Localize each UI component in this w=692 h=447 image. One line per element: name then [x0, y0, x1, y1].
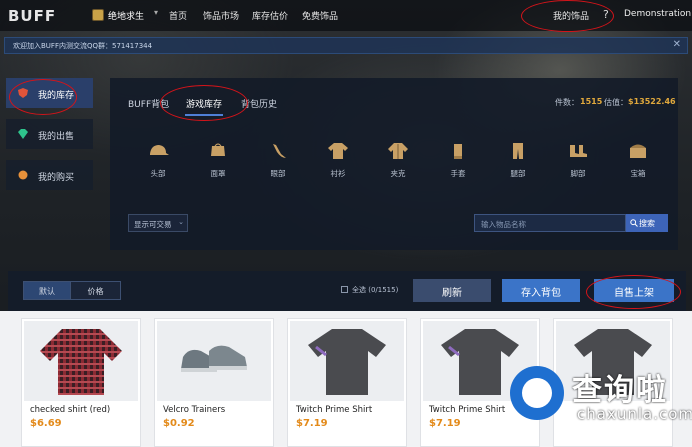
- item-price: $6.69: [30, 418, 62, 429]
- item-card[interactable]: Twitch Prime Shirt $7.19: [287, 318, 407, 447]
- category-feet[interactable]: 脚部: [558, 142, 598, 190]
- category-mask[interactable]: 面罩: [198, 142, 238, 190]
- sidebar-item-label: 我的出售: [38, 132, 75, 142]
- search-icon: [630, 219, 638, 227]
- refresh-button[interactable]: 刷新: [413, 279, 491, 302]
- search-button[interactable]: 搜索: [626, 214, 668, 232]
- sort-default[interactable]: 默认: [23, 281, 71, 300]
- item-price: $7.19: [429, 418, 461, 429]
- annotation-circle: [160, 85, 248, 121]
- item-name: Velcro Trainers: [163, 405, 226, 415]
- item-name: Twitch Prime Shirt: [296, 405, 373, 415]
- item-price: $0.92: [163, 418, 195, 429]
- annotation-circle: [9, 79, 77, 115]
- cap-icon: [150, 145, 169, 155]
- category-legs[interactable]: 腿部: [498, 142, 538, 190]
- item-image: [290, 321, 404, 401]
- item-name: checked shirt (red): [30, 405, 111, 415]
- nav-market[interactable]: 饰品市场: [203, 9, 239, 22]
- notice-text: 欢迎加入BUFF内测交流QQ群：571417344: [13, 42, 153, 50]
- annotation-circle: [521, 0, 614, 32]
- category-label: 眼部: [270, 169, 286, 178]
- watermark-url: chaxunla.com: [577, 405, 692, 423]
- buff-logo[interactable]: BUFF: [8, 7, 56, 25]
- eyewear-icon: [273, 144, 286, 158]
- game-selector[interactable]: 绝地求生: [108, 9, 144, 22]
- category-label: 夹克: [390, 169, 406, 178]
- category-label: 宝箱: [630, 169, 646, 178]
- gem-icon: [18, 129, 28, 139]
- annotation-circle: [586, 275, 681, 309]
- nav-free-items[interactable]: 免费饰品: [302, 9, 338, 22]
- nav-home[interactable]: 首页: [169, 9, 187, 22]
- category-label: 腿部: [510, 169, 526, 178]
- watermark-logo-inner: [522, 378, 552, 408]
- item-image: [157, 321, 271, 401]
- count-label: 件数：: [555, 98, 579, 107]
- inventory-value: $13522.46: [628, 97, 676, 106]
- deposit-button[interactable]: 存入背包: [502, 279, 580, 302]
- category-eyes[interactable]: 眼部: [258, 142, 298, 190]
- nav-valuation[interactable]: 库存估价: [252, 9, 288, 22]
- item-image: [24, 321, 138, 401]
- category-label: 脚部: [570, 169, 586, 178]
- sort-price[interactable]: 价格: [70, 281, 121, 300]
- search-placeholder: 输入物品名称: [481, 220, 526, 229]
- bag-icon: [18, 170, 28, 180]
- watermark-text: 查询啦: [572, 373, 668, 408]
- item-name: Twitch Prime Shirt: [429, 405, 506, 415]
- item-card[interactable]: checked shirt (red) $6.69: [21, 318, 141, 447]
- item-count: 1515: [580, 97, 603, 106]
- sort-label: 价格: [87, 287, 104, 296]
- select-all-checkbox[interactable]: [341, 286, 348, 293]
- chevron-down-icon: ⌄: [178, 218, 184, 226]
- search-button-label: 搜索: [639, 219, 655, 228]
- sidebar-item-selling[interactable]: 我的出售: [6, 119, 93, 149]
- sidebar-item-label: 我的购买: [38, 173, 75, 183]
- category-chest[interactable]: 宝箱: [618, 142, 658, 190]
- chest-icon: [630, 144, 646, 158]
- mask-icon: [211, 143, 225, 156]
- value-label: 估值：: [604, 98, 628, 107]
- chevron-down-icon[interactable]: ▾: [154, 8, 158, 17]
- select-all-label: 全选 (0/1515): [352, 286, 399, 294]
- item-price: $7.19: [296, 418, 328, 429]
- category-head[interactable]: 头部: [138, 142, 178, 190]
- glove-icon: [454, 144, 462, 159]
- jacket-icon: [388, 143, 408, 159]
- sort-label: 默认: [39, 287, 55, 296]
- category-label: 衬衫: [330, 169, 346, 178]
- category-jacket[interactable]: 夹克: [378, 142, 418, 190]
- game-icon: [92, 9, 104, 21]
- category-label: 手套: [450, 169, 466, 178]
- category-gloves[interactable]: 手套: [438, 142, 478, 190]
- category-label: 面罩: [210, 169, 226, 178]
- button-label: 刷新: [442, 288, 462, 299]
- category-label: 头部: [150, 169, 166, 178]
- shirt-icon: [328, 143, 348, 159]
- tshirt-image: [308, 329, 386, 395]
- boots-icon: [570, 145, 587, 157]
- item-card[interactable]: Velcro Trainers $0.92: [154, 318, 274, 447]
- sidebar-item-buying[interactable]: 我的购买: [6, 160, 93, 190]
- search-input[interactable]: 输入物品名称: [474, 214, 626, 232]
- button-label: 存入背包: [521, 288, 561, 299]
- help-icon[interactable]: ?: [603, 8, 609, 21]
- dropdown-value: 显示可交易: [134, 220, 172, 229]
- category-shirt[interactable]: 衬衫: [318, 142, 358, 190]
- close-icon[interactable]: ✕: [673, 39, 681, 50]
- notice-banner: 欢迎加入BUFF内测交流QQ群：571417344 ✕: [4, 37, 688, 54]
- pants-icon: [513, 143, 523, 159]
- user-menu[interactable]: Demonstration: [624, 9, 691, 19]
- shirt-image: [40, 329, 122, 395]
- tradable-filter-dropdown[interactable]: 显示可交易 ⌄: [128, 214, 188, 232]
- trainers-image: [181, 345, 247, 372]
